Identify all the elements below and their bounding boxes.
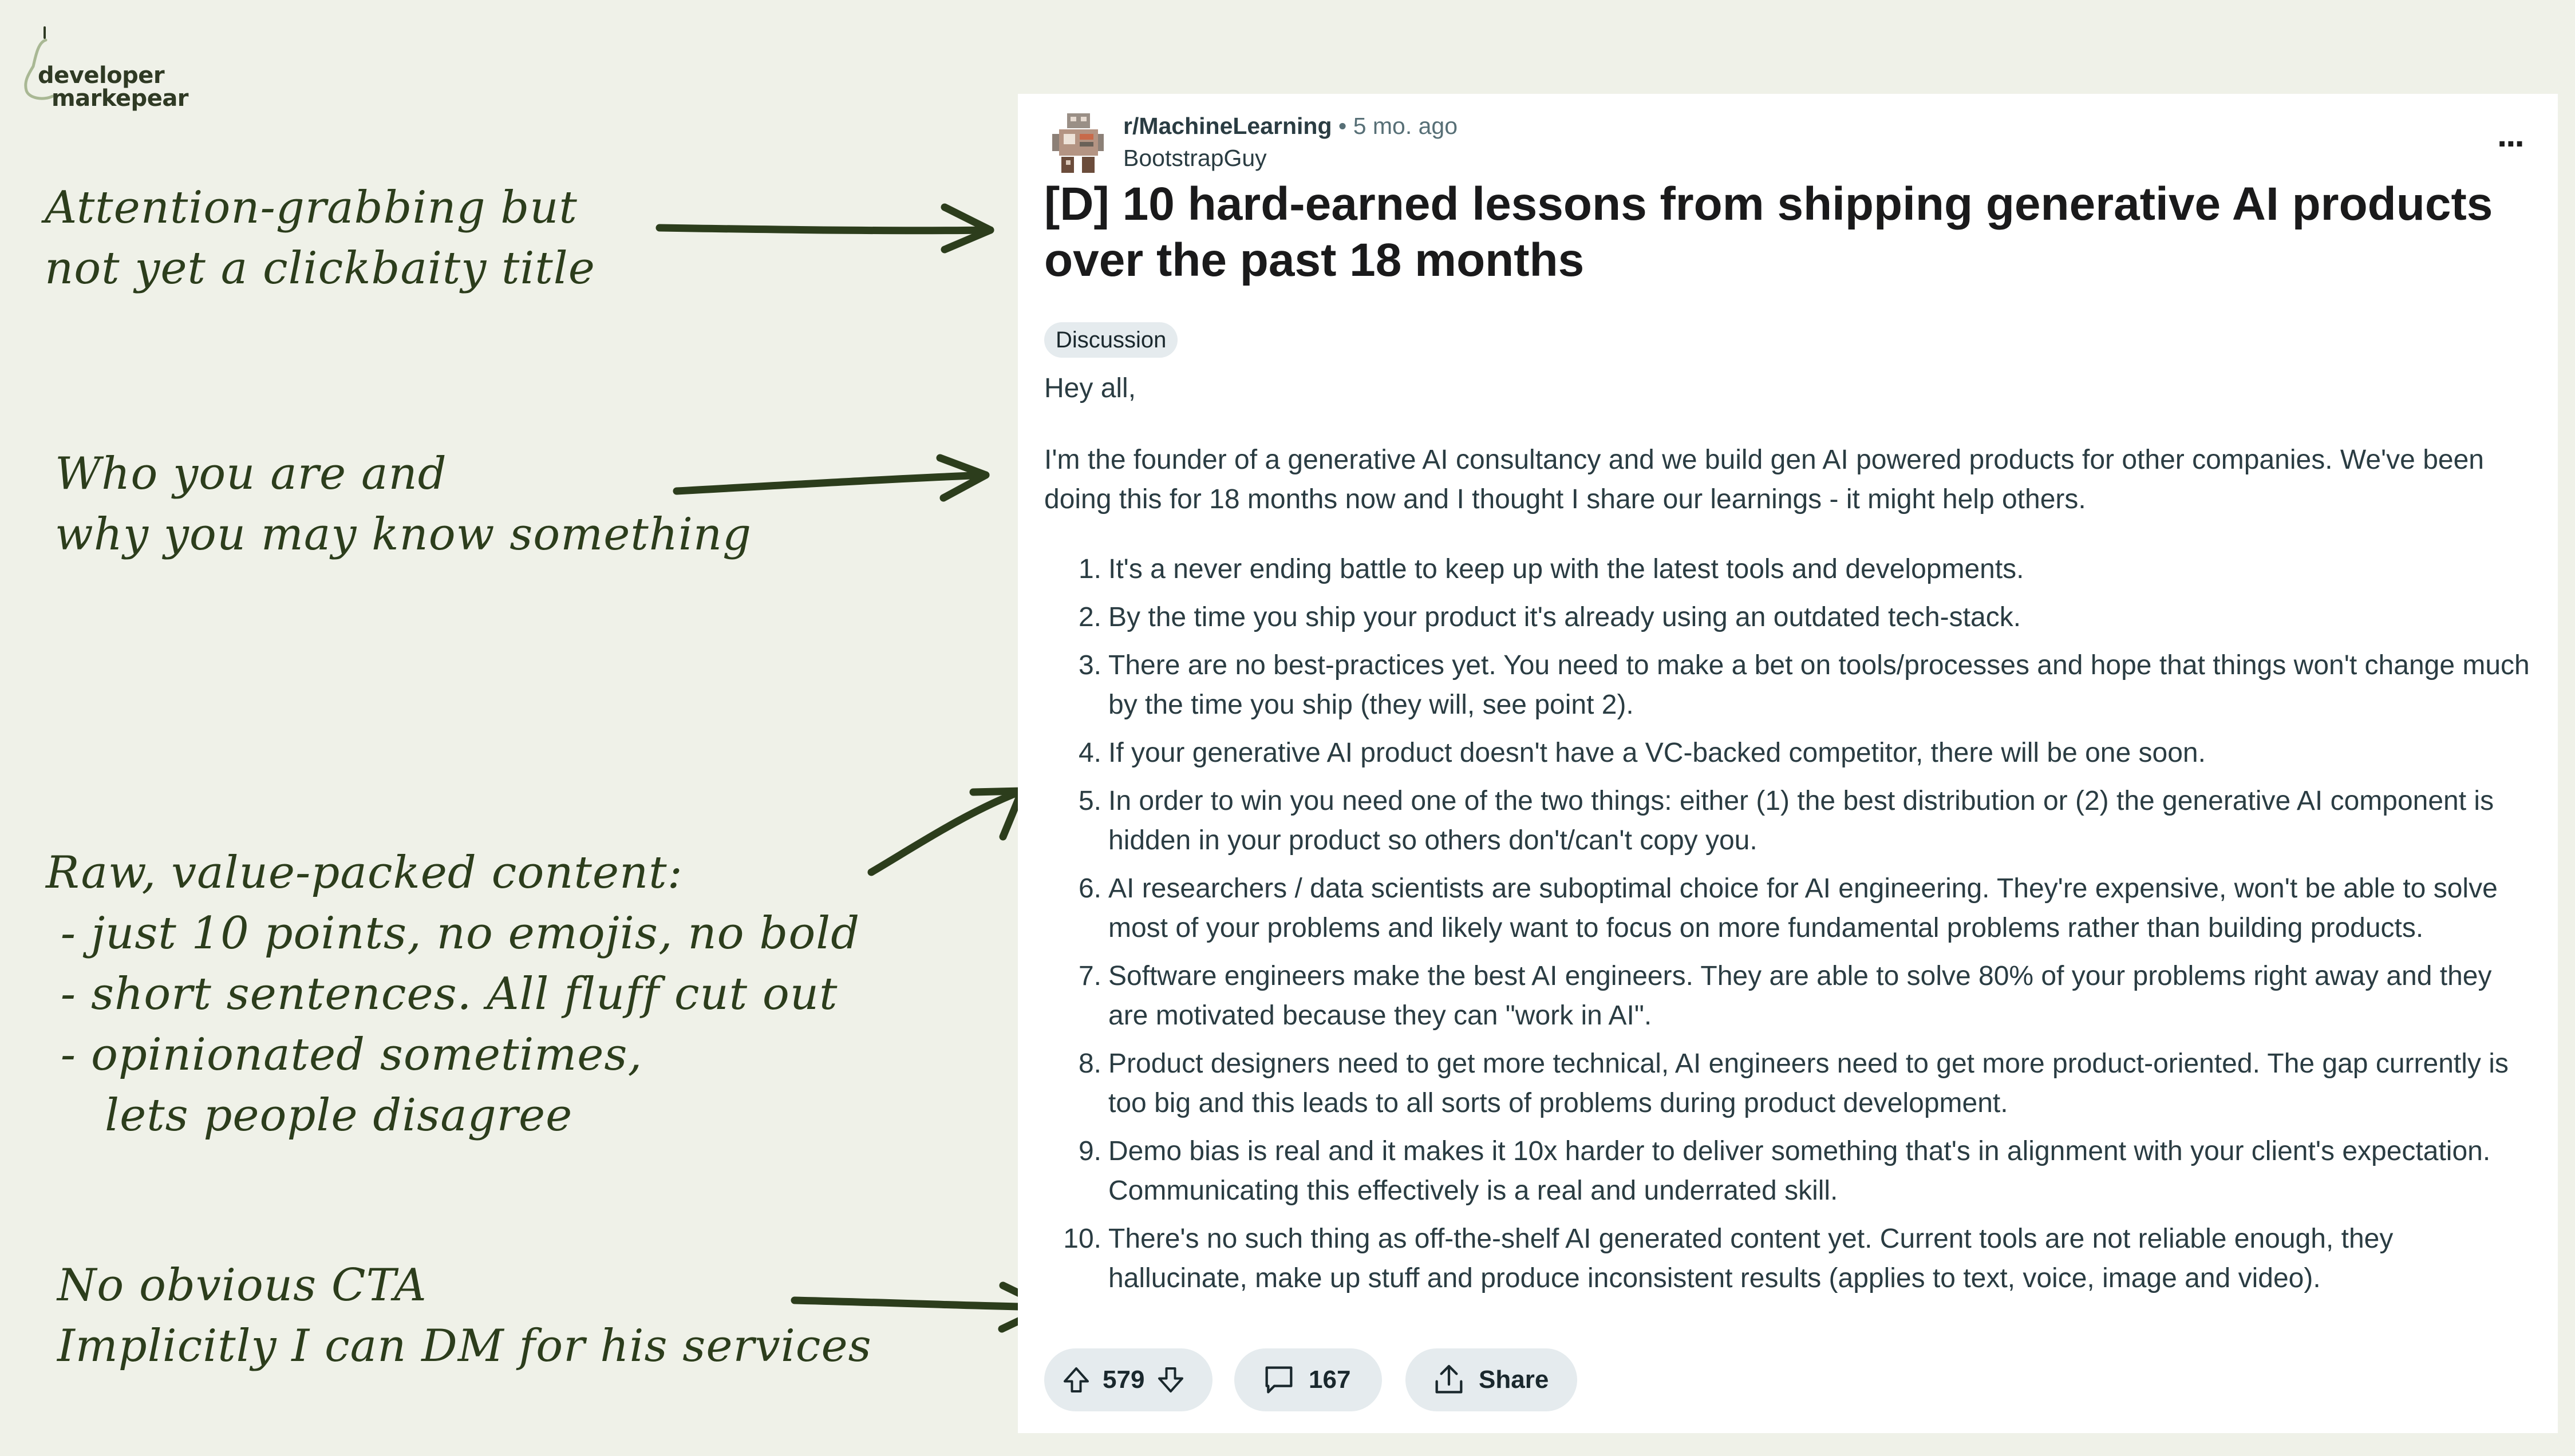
annotation-intro: Who you are and why you may know somethi… [55,448,752,560]
list-item: 3. There are no best-practices yet. You n… [1044,646,2538,725]
arrow-to-content [867,787,1026,876]
list-item-number: 10. [1063,1224,1101,1254]
list-item: 1. It's a never ending battle to keep up … [1044,549,2538,589]
list-item: 6. AI researchers / data scientists are s… [1044,869,2538,948]
list-item-number: 6. [1078,873,1101,904]
list-item-number: 7. [1078,961,1101,991]
list-item-text: There are no best-practices yet. You nee… [1108,650,2530,720]
list-item: 4. If your generative AI product doesn't … [1044,733,2538,773]
list-item-number: 4. [1078,738,1101,768]
list-item-number: 3. [1078,650,1101,680]
share-label: Share [1479,1366,1549,1394]
flair-badge[interactable]: Discussion [1044,322,1178,358]
list-item-text: There's no such thing as off-the-shelf A… [1108,1224,2394,1293]
list-item: 7. Software engineers make the best AI en… [1044,956,2538,1035]
logo-text-line2: markepear [52,85,189,112]
post-meta: r/MachineLearning • 5 mo. ago [1123,111,1458,141]
list-item: 8. Product designers need to get more tec… [1044,1044,2538,1123]
list-item: 9. Demo bias is real and it makes it 10x … [1044,1131,2538,1210]
post-intro: I'm the founder of a generative AI consu… [1044,445,2484,515]
list-item-number: 1. [1078,554,1101,584]
comments-button[interactable]: 167 [1234,1348,1382,1411]
post-title[interactable]: [D] 10 hard-earned lessons from shipping… [1044,176,2533,288]
developer-markepear-logo: developer markepear [21,23,192,114]
author-link[interactable]: BootstrapGuy [1123,143,1267,173]
share-icon [1431,1362,1467,1398]
annotation-cta: No obvious CTA Implicitly I can DM for h… [57,1260,872,1372]
vote-control: 579 [1044,1348,1213,1411]
more-options-button[interactable]: ... [2497,117,2525,153]
reddit-post-card: r/MachineLearning • 5 mo. ago BootstrapG… [1018,94,2558,1433]
list-item: 5. In order to win you need one of the tw… [1044,781,2538,860]
list-item-text: Product designers need to get more techn… [1108,1049,2509,1118]
subreddit-link[interactable]: r/MachineLearning [1123,113,1332,139]
upvote-icon[interactable] [1059,1363,1093,1397]
list-item-text: In order to win you need one of the two … [1108,786,2494,856]
list-item-text: AI researchers / data scientists are sub… [1108,873,2498,943]
comment-count: 167 [1309,1366,1351,1394]
list-item-number: 5. [1078,786,1101,816]
robot-icon [1052,113,1104,173]
list-item-number: 8. [1078,1049,1101,1079]
meta-separator: • [1338,113,1347,139]
annotation-title: Attention-grabbing but not yet a clickba… [45,182,595,294]
list-item-text: If your generative AI product doesn't ha… [1108,738,2206,768]
subreddit-avatar[interactable] [1050,111,1105,175]
share-button[interactable]: Share [1405,1348,1577,1411]
list-item: 2. By the time you ship your product it's… [1044,598,2538,637]
list-item-text: By the time you ship your product it's a… [1108,602,2021,632]
comment-icon [1261,1362,1297,1398]
vote-count: 579 [1103,1366,1145,1394]
downvote-icon[interactable] [1154,1363,1188,1397]
list-item-text: Demo bias is real and it makes it 10x ha… [1108,1136,2491,1206]
list-item-text: It's a never ending battle to keep up wi… [1108,554,2024,584]
lessons-list: 1. It's a never ending battle to keep up … [1044,549,2538,1307]
post-greeting: Hey all, [1044,373,1136,403]
list-item: 10. There's no such thing as off-the-shel… [1044,1219,2538,1298]
arrow-to-title [655,203,994,254]
list-item-text: Software engineers make the best AI engi… [1108,961,2492,1031]
post-age: 5 mo. ago [1353,113,1458,139]
annotation-content: Raw, value-packed content: - just 10 poi… [46,847,860,1141]
list-item-number: 2. [1078,602,1101,632]
list-item-number: 9. [1078,1136,1101,1166]
logo-text-line1: developer [38,62,165,89]
